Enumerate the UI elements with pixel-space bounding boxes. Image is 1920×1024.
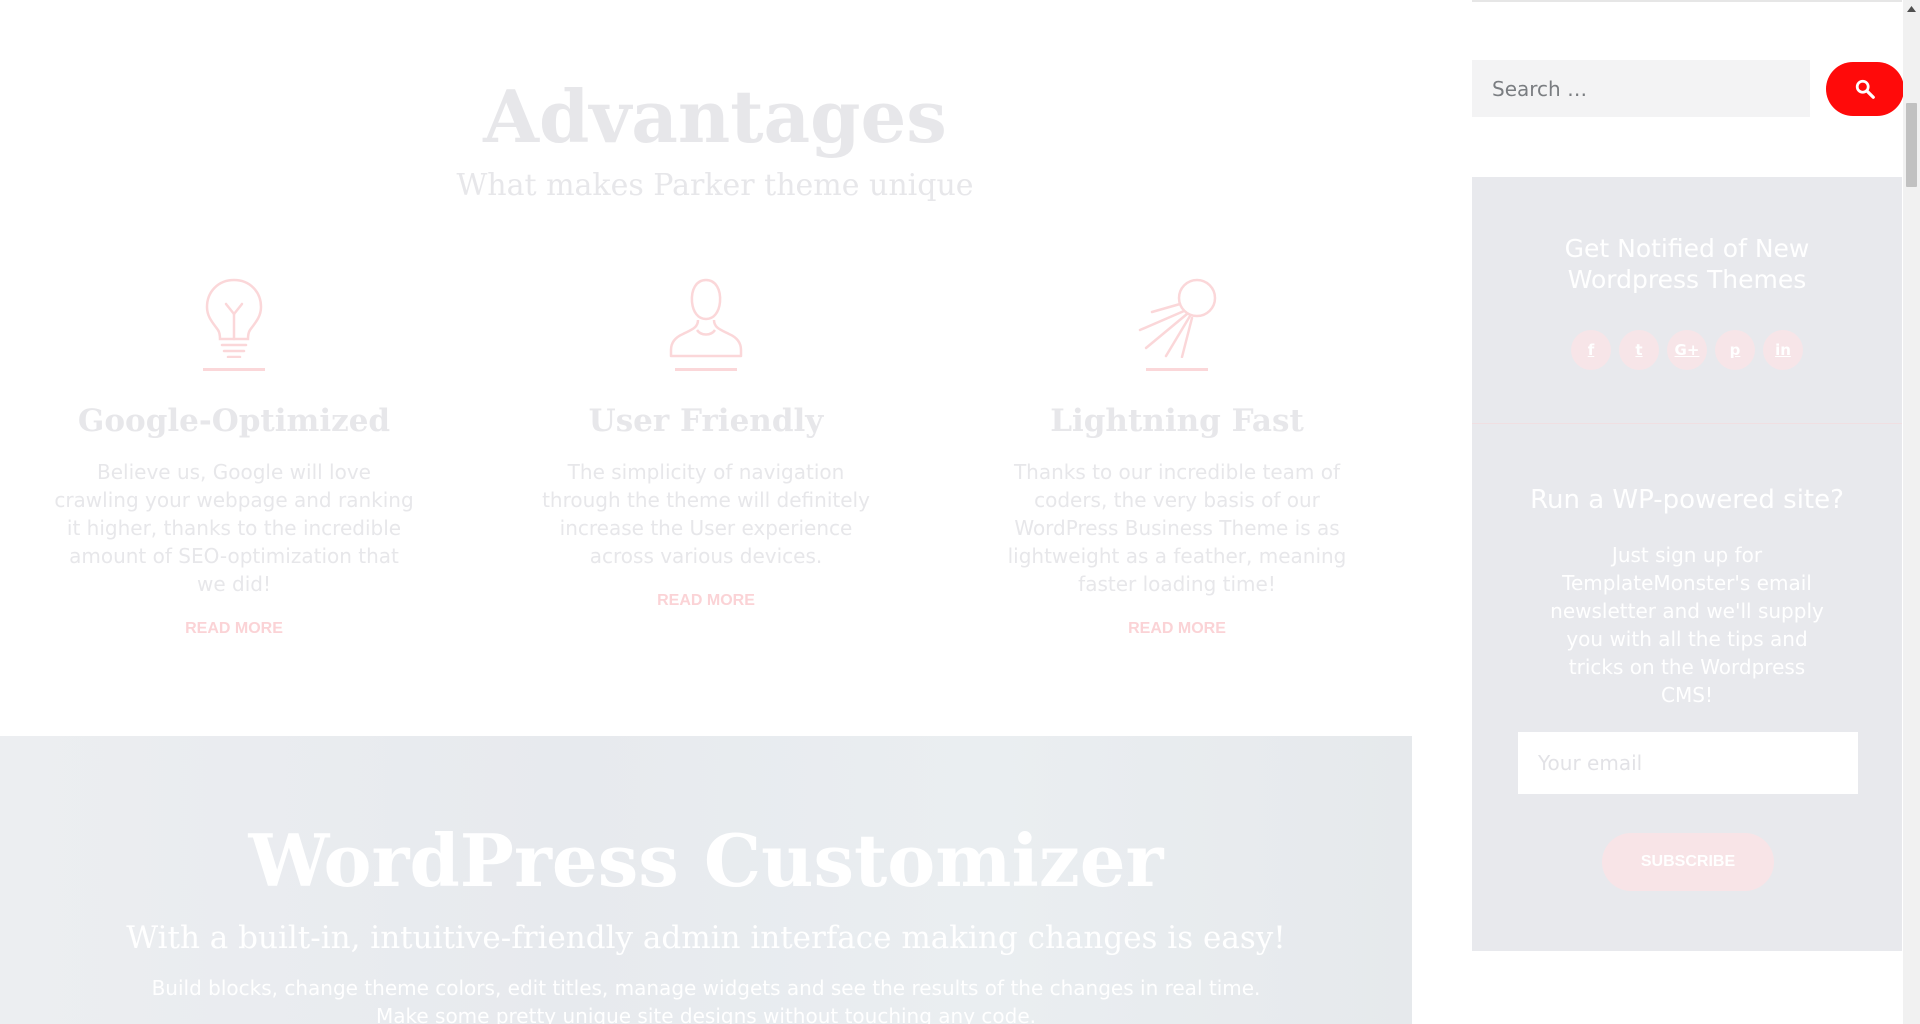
scroll-thumb[interactable]	[1906, 103, 1917, 187]
subscribe-button[interactable]: SUBSCRIBE	[1602, 833, 1774, 891]
advantages-title: Advantages	[483, 74, 947, 159]
customizer-description: Build blocks, change theme colors, edit …	[0, 974, 1412, 1024]
google-plus-icon[interactable]: G+	[1667, 330, 1707, 370]
customizer-description-line1: Build blocks, change theme colors, edit …	[151, 976, 1261, 1000]
customizer-section: WordPress Customizer With a built-in, in…	[0, 736, 1412, 1024]
page: Advantages What makes Parker theme uniqu…	[0, 0, 1920, 1024]
customizer-description-line2: Make some pretty unique site designs wit…	[375, 1004, 1037, 1024]
feature-title: Lightning Fast	[1050, 403, 1304, 439]
feature-description: Believe us, Google will love crawling yo…	[54, 460, 414, 596]
advantages-header: Advantages What makes Parker theme uniqu…	[0, 72, 1412, 206]
sidebar-divider	[1472, 0, 1902, 2]
feature-card-lightning-fast: Lightning Fast Thanks to our incredible …	[987, 278, 1367, 638]
twitter-icon[interactable]: t	[1619, 330, 1659, 370]
features-row: Google-Optimized Believe us, Google will…	[0, 278, 1412, 678]
feature-underline	[203, 368, 265, 371]
sidebar: Get Notified of New Wordpress Themes f t…	[1472, 0, 1904, 1024]
customizer-title: WordPress Customizer	[248, 818, 1164, 903]
newsletter-widget: Get Notified of New Wordpress Themes f t…	[1472, 177, 1902, 951]
newsletter-description: Just sign up for TemplateMonster's email…	[1550, 543, 1824, 707]
linkedin-icon[interactable]: in	[1763, 330, 1803, 370]
main-content: Advantages What makes Parker theme uniqu…	[0, 0, 1412, 1024]
search-icon	[1855, 79, 1875, 99]
feature-card-user-friendly: User Friendly The simplicity of navigati…	[516, 278, 896, 610]
satellite-icon	[1138, 278, 1217, 358]
feature-title: User Friendly	[588, 403, 824, 439]
scrollbar[interactable]	[1903, 0, 1920, 1024]
feature-underline	[1146, 368, 1208, 371]
advantages-subtitle: What makes Parker theme unique	[456, 168, 974, 203]
feature-underline	[675, 368, 737, 371]
widget-divider	[1472, 423, 1902, 424]
facebook-icon[interactable]: f	[1571, 330, 1611, 370]
lightbulb-icon	[205, 278, 263, 358]
pinterest-icon[interactable]: p	[1715, 330, 1755, 370]
newsletter-title: Run a WP-powered site?	[1530, 485, 1844, 515]
search-input[interactable]	[1472, 60, 1810, 117]
customizer-subtitle: With a built-in, intuitive-friendly admi…	[126, 920, 1286, 956]
read-more-link[interactable]: READ MORE	[185, 620, 283, 638]
feature-description: The simplicity of navigation through the…	[542, 460, 870, 568]
notify-title: Get Notified of New Wordpress Themes	[1564, 234, 1810, 294]
feature-card-google-optimized: Google-Optimized Believe us, Google will…	[44, 278, 424, 638]
email-field[interactable]	[1518, 732, 1858, 794]
user-icon	[669, 278, 743, 358]
read-more-link[interactable]: READ MORE	[1128, 620, 1226, 638]
feature-description: Thanks to our incredible team of coders,…	[1007, 460, 1347, 596]
search-button[interactable]	[1826, 62, 1904, 116]
read-more-link[interactable]: READ MORE	[657, 592, 755, 610]
feature-title: Google-Optimized	[77, 403, 391, 439]
scroll-up-arrow-icon[interactable]	[1903, 0, 1920, 17]
social-icons: f t G+ p in	[1472, 330, 1902, 370]
